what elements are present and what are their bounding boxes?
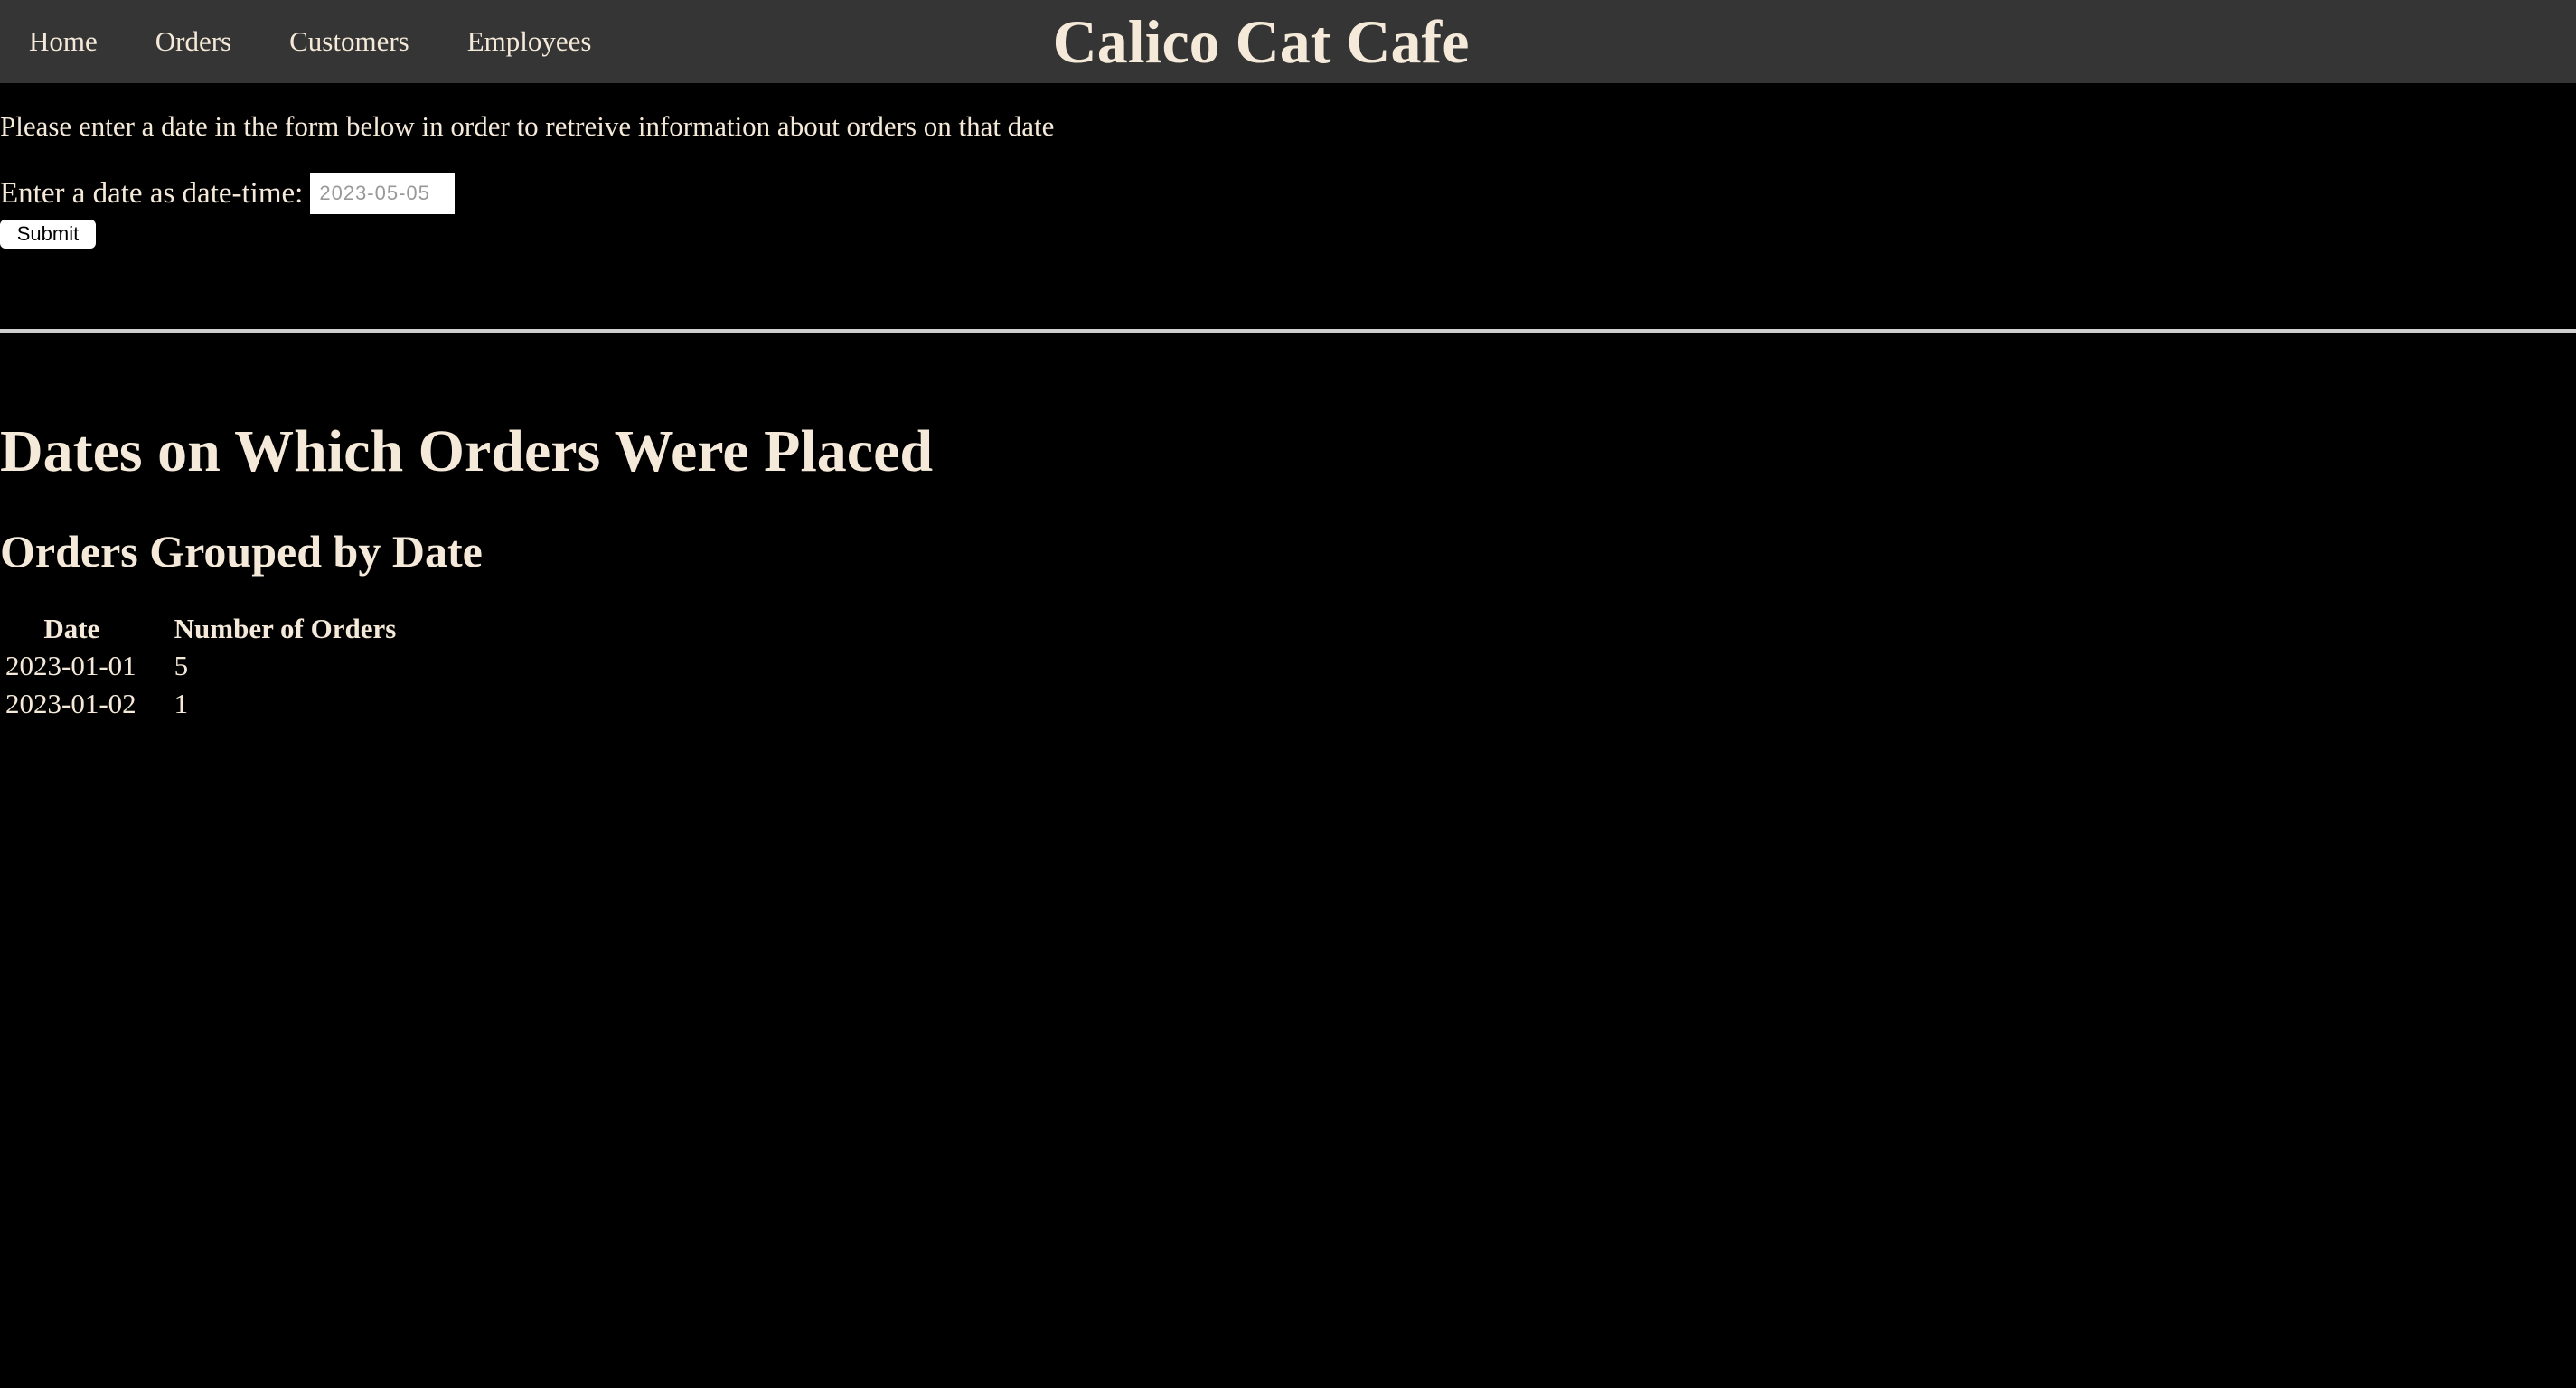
column-header-number-of-orders: Number of Orders	[174, 613, 397, 644]
navbar: Home Orders Customers Employees Calico C…	[0, 0, 2576, 83]
table-header-row: Date Number of Orders	[4, 613, 396, 645]
table-row: 2023-01-01 5	[4, 649, 396, 683]
orders-by-date-table: Date Number of Orders 2023-01-01 5 2023-…	[0, 609, 400, 725]
section-subheading: Orders Grouped by Date	[0, 526, 483, 577]
cell-order-count: 1	[174, 688, 189, 719]
column-header-date: Date	[43, 613, 100, 644]
table-row: 2023-01-02 1	[4, 687, 396, 721]
date-field-label: Enter a date as date-time:	[0, 176, 304, 210]
date-input[interactable]	[310, 173, 456, 214]
date-form: Enter a date as date-time:	[0, 172, 456, 215]
section-divider	[0, 329, 2576, 333]
intro-text: Please enter a date in the form below in…	[0, 110, 1055, 142]
cell-date: 2023-01-02	[5, 688, 136, 719]
site-title: Calico Cat Cafe	[1052, 7, 1470, 76]
cell-order-count: 5	[174, 650, 189, 681]
cell-date: 2023-01-01	[5, 650, 136, 681]
submit-button[interactable]: Submit	[0, 220, 96, 249]
page-heading: Dates on Which Orders Were Placed	[0, 418, 934, 484]
